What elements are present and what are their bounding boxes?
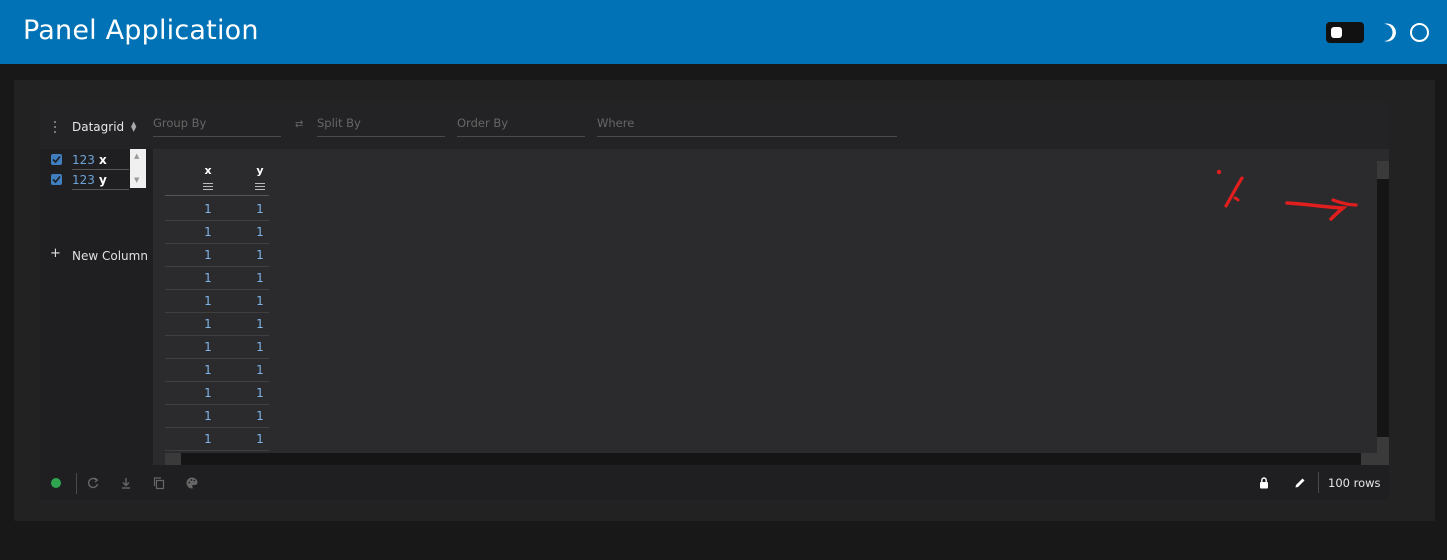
toggle-knob (1331, 27, 1342, 38)
table-row: 11 (165, 404, 269, 428)
table-cell[interactable]: 1 (250, 248, 270, 262)
scroll-up-icon[interactable]: ▲ (134, 152, 139, 160)
table-cell[interactable]: 1 (198, 294, 218, 308)
app-header: Panel Application (0, 0, 1447, 64)
connection-status-indicator (51, 478, 61, 488)
table-row: 11 (165, 335, 269, 359)
perspective-viewer: Datagrid ▲ ▼ Group By ⇄ Split By Order By… (40, 101, 1389, 500)
table-cell[interactable]: 1 (250, 363, 270, 377)
table-row: 11 (165, 312, 269, 336)
table-cell[interactable]: 1 (198, 432, 218, 446)
table-cell[interactable]: 1 (198, 271, 218, 285)
circle-icon[interactable] (1410, 23, 1429, 42)
order-by-input[interactable]: Order By (457, 116, 585, 137)
status-bar: 100 rows (40, 465, 1389, 500)
scrollbar-end[interactable] (1377, 437, 1389, 453)
table-cell[interactable]: 1 (250, 409, 270, 423)
column-divider (72, 169, 129, 170)
table-cell[interactable]: 1 (198, 340, 218, 354)
row-count: 100 rows (1328, 476, 1381, 490)
column-divider (72, 189, 129, 190)
new-column-label: New Column (72, 249, 148, 263)
column-header-y[interactable]: y (250, 164, 270, 177)
table-cell[interactable]: 1 (198, 386, 218, 400)
scroll-down-icon[interactable]: ▼ (134, 176, 139, 184)
table-cell[interactable]: 1 (250, 386, 270, 400)
column-sidebar: 123 x 123 y ▲ ▼ + New Column (40, 149, 153, 465)
viewer-toolbar: Datagrid ▲ ▼ Group By ⇄ Split By Order By… (40, 101, 1389, 149)
swap-icon[interactable]: ⇄ (295, 119, 303, 130)
column-header-x[interactable]: x (198, 164, 218, 177)
divider (1318, 472, 1319, 493)
theme-toggle[interactable] (1326, 22, 1364, 43)
divider (76, 473, 77, 494)
sort-icon[interactable] (203, 183, 213, 191)
vertical-scrollbar[interactable] (1377, 161, 1389, 461)
table-cell[interactable]: 1 (250, 317, 270, 331)
table-cell[interactable]: 1 (250, 294, 270, 308)
column-name: x (99, 153, 107, 167)
scrollbar-end[interactable] (1361, 453, 1377, 465)
header-divider (165, 195, 269, 196)
column-list-scrollbar[interactable]: ▲ ▼ (130, 149, 146, 188)
table-row: 11 (165, 266, 269, 290)
scrollbar-corner (1377, 453, 1389, 465)
column-name: y (99, 173, 107, 187)
column-type: 123 (72, 153, 95, 167)
settings-menu-icon[interactable] (54, 121, 57, 133)
table-cell[interactable]: 1 (250, 225, 270, 239)
edit-pencil-icon[interactable] (1293, 476, 1307, 490)
table-row: 11 (165, 381, 269, 405)
column-type: 123 (72, 173, 95, 187)
download-icon[interactable] (119, 476, 133, 490)
table-cell[interactable]: 1 (198, 409, 218, 423)
table-row: 11 (165, 197, 269, 221)
table-cell[interactable]: 1 (198, 248, 218, 262)
red-annotation-scribble (1216, 169, 1358, 221)
table-cell[interactable]: 1 (198, 202, 218, 216)
table-cell[interactable]: 1 (198, 363, 218, 377)
lock-icon[interactable] (1257, 476, 1271, 490)
datagrid: x y 1111111111111111111111 (153, 149, 1389, 465)
table-row: 11 (165, 289, 269, 313)
select-arrows-icon: ▲ ▼ (131, 120, 137, 133)
table-cell[interactable]: 1 (250, 340, 270, 354)
where-input[interactable]: Where (597, 116, 897, 137)
table-cell[interactable]: 1 (198, 317, 218, 331)
moon-icon[interactable] (1378, 23, 1396, 42)
plugin-select[interactable]: Datagrid (72, 120, 140, 136)
table-cell[interactable]: 1 (250, 271, 270, 285)
sort-icon[interactable] (255, 183, 265, 191)
table-row: 11 (165, 427, 269, 451)
column-checkbox[interactable] (51, 154, 62, 165)
plus-icon: + (50, 246, 61, 261)
table-row: 11 (165, 358, 269, 382)
split-by-input[interactable]: Split By (317, 116, 445, 137)
horizontal-scrollbar[interactable] (165, 453, 1377, 465)
group-by-input[interactable]: Group By (153, 116, 281, 137)
table-cell[interactable]: 1 (198, 225, 218, 239)
theme-palette-icon[interactable] (185, 476, 199, 490)
copy-icon[interactable] (152, 476, 166, 490)
column-checkbox[interactable] (51, 174, 62, 185)
table-cell[interactable]: 1 (250, 432, 270, 446)
app-title: Panel Application (23, 15, 259, 46)
table-row: 11 (165, 220, 269, 244)
table-row: 11 (165, 243, 269, 267)
scrollbar-thumb[interactable] (1377, 161, 1389, 179)
scrollbar-start[interactable] (165, 453, 181, 465)
table-cell[interactable]: 1 (250, 202, 270, 216)
reset-icon[interactable] (86, 476, 100, 490)
